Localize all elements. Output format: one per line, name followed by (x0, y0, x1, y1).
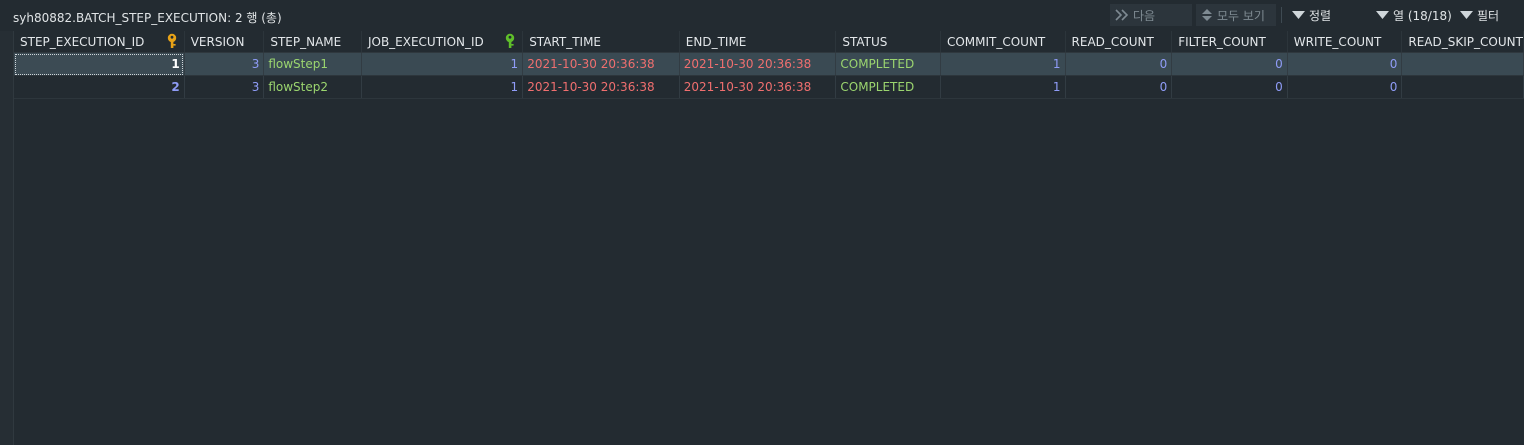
next-label: 다음 (1133, 8, 1156, 23)
cell-job-execution-id[interactable]: 1 (361, 75, 524, 99)
cell-step-name[interactable]: flowStep2 (263, 75, 362, 99)
column-header-version[interactable]: VERSION (184, 31, 265, 53)
show-all-button[interactable]: 모두 보기 (1201, 4, 1265, 26)
show-all-label: 모두 보기 (1217, 8, 1265, 23)
cell-write-count[interactable]: 0 (1287, 52, 1403, 76)
filter-label: 필터 (1477, 8, 1500, 23)
cell-version[interactable]: 3 (184, 75, 265, 99)
cell-start-time[interactable]: 2021-10-30 20:36:38 (522, 75, 680, 99)
column-header-read-count[interactable]: READ_COUNT (1065, 31, 1173, 53)
cell-start-time[interactable]: 2021-10-30 20:36:38 (522, 52, 680, 76)
next-button[interactable]: 다음 (1115, 4, 1155, 26)
columns-button[interactable]: 열 (18/18) (1376, 4, 1452, 26)
header-row: STEP_EXECUTION_ID VERSION STEP_NAME JOB_… (14, 31, 1524, 53)
toolbar-divider (1281, 7, 1282, 23)
column-header-start-time[interactable]: START_TIME (522, 31, 680, 53)
cell-filter-count[interactable]: 0 (1171, 75, 1288, 99)
table-row[interactable]: 1 3 flowStep1 1 2021-10-30 20:36:38 2021… (14, 52, 1524, 76)
sort-button[interactable]: 정렬 (1292, 4, 1331, 26)
columns-label: 열 (18/18) (1393, 8, 1452, 23)
result-title: syh80882.BATCH_STEP_EXECUTION: 2 행 (총) (13, 11, 282, 25)
triangle-down-icon (1460, 11, 1473, 19)
column-header-end-time[interactable]: END_TIME (679, 31, 837, 53)
cell-commit-count[interactable]: 1 (940, 75, 1066, 99)
row-gutter (0, 31, 14, 445)
result-table: STEP_EXECUTION_ID VERSION STEP_NAME JOB_… (14, 31, 1524, 99)
cell-read-count[interactable]: 0 (1065, 52, 1173, 76)
cell-end-time[interactable]: 2021-10-30 20:36:38 (679, 52, 837, 76)
cell-write-count[interactable]: 0 (1287, 75, 1403, 99)
cell-version[interactable]: 3 (184, 52, 265, 76)
cell-status[interactable]: COMPLETED (835, 52, 941, 76)
column-header-write-count[interactable]: WRITE_COUNT (1287, 31, 1403, 53)
column-header-status[interactable]: STATUS (835, 31, 941, 53)
foreign-key-icon (505, 33, 515, 48)
primary-key-icon (167, 33, 176, 48)
sort-label: 정렬 (1309, 8, 1332, 23)
column-header-step-name[interactable]: STEP_NAME (263, 31, 362, 53)
column-header-job-execution-id[interactable]: JOB_EXECUTION_ID (361, 31, 524, 53)
double-chevron-right-icon (1115, 9, 1129, 21)
cell-read-skip-count[interactable] (1401, 75, 1524, 99)
cell-step-execution-id[interactable]: 1 (14, 52, 185, 76)
triangle-down-icon (1292, 11, 1305, 19)
column-header-step-execution-id[interactable]: STEP_EXECUTION_ID (14, 31, 185, 53)
column-header-filter-count[interactable]: FILTER_COUNT (1171, 31, 1288, 53)
column-header-read-skip-count[interactable]: READ_SKIP_COUNT (1401, 31, 1524, 53)
table-row[interactable]: 2 3 flowStep2 1 2021-10-30 20:36:38 2021… (14, 75, 1524, 99)
cell-commit-count[interactable]: 1 (940, 52, 1066, 76)
column-header-commit-count[interactable]: COMMIT_COUNT (940, 31, 1066, 53)
triangle-down-icon (1376, 11, 1389, 19)
cell-job-execution-id[interactable]: 1 (361, 52, 524, 76)
result-toolbar: syh80882.BATCH_STEP_EXECUTION: 2 행 (총) 다… (0, 0, 1524, 31)
cell-step-execution-id[interactable]: 2 (14, 75, 185, 99)
cell-status[interactable]: COMPLETED (835, 75, 941, 99)
filter-button[interactable]: 필터 (1460, 4, 1499, 26)
cell-end-time[interactable]: 2021-10-30 20:36:38 (679, 75, 837, 99)
cell-read-skip-count[interactable] (1401, 52, 1524, 76)
cell-step-name[interactable]: flowStep1 (263, 52, 362, 76)
cell-filter-count[interactable]: 0 (1171, 52, 1288, 76)
data-grid[interactable]: STEP_EXECUTION_ID VERSION STEP_NAME JOB_… (0, 31, 1524, 445)
up-down-arrows-icon (1202, 9, 1212, 21)
cell-read-count[interactable]: 0 (1065, 75, 1173, 99)
